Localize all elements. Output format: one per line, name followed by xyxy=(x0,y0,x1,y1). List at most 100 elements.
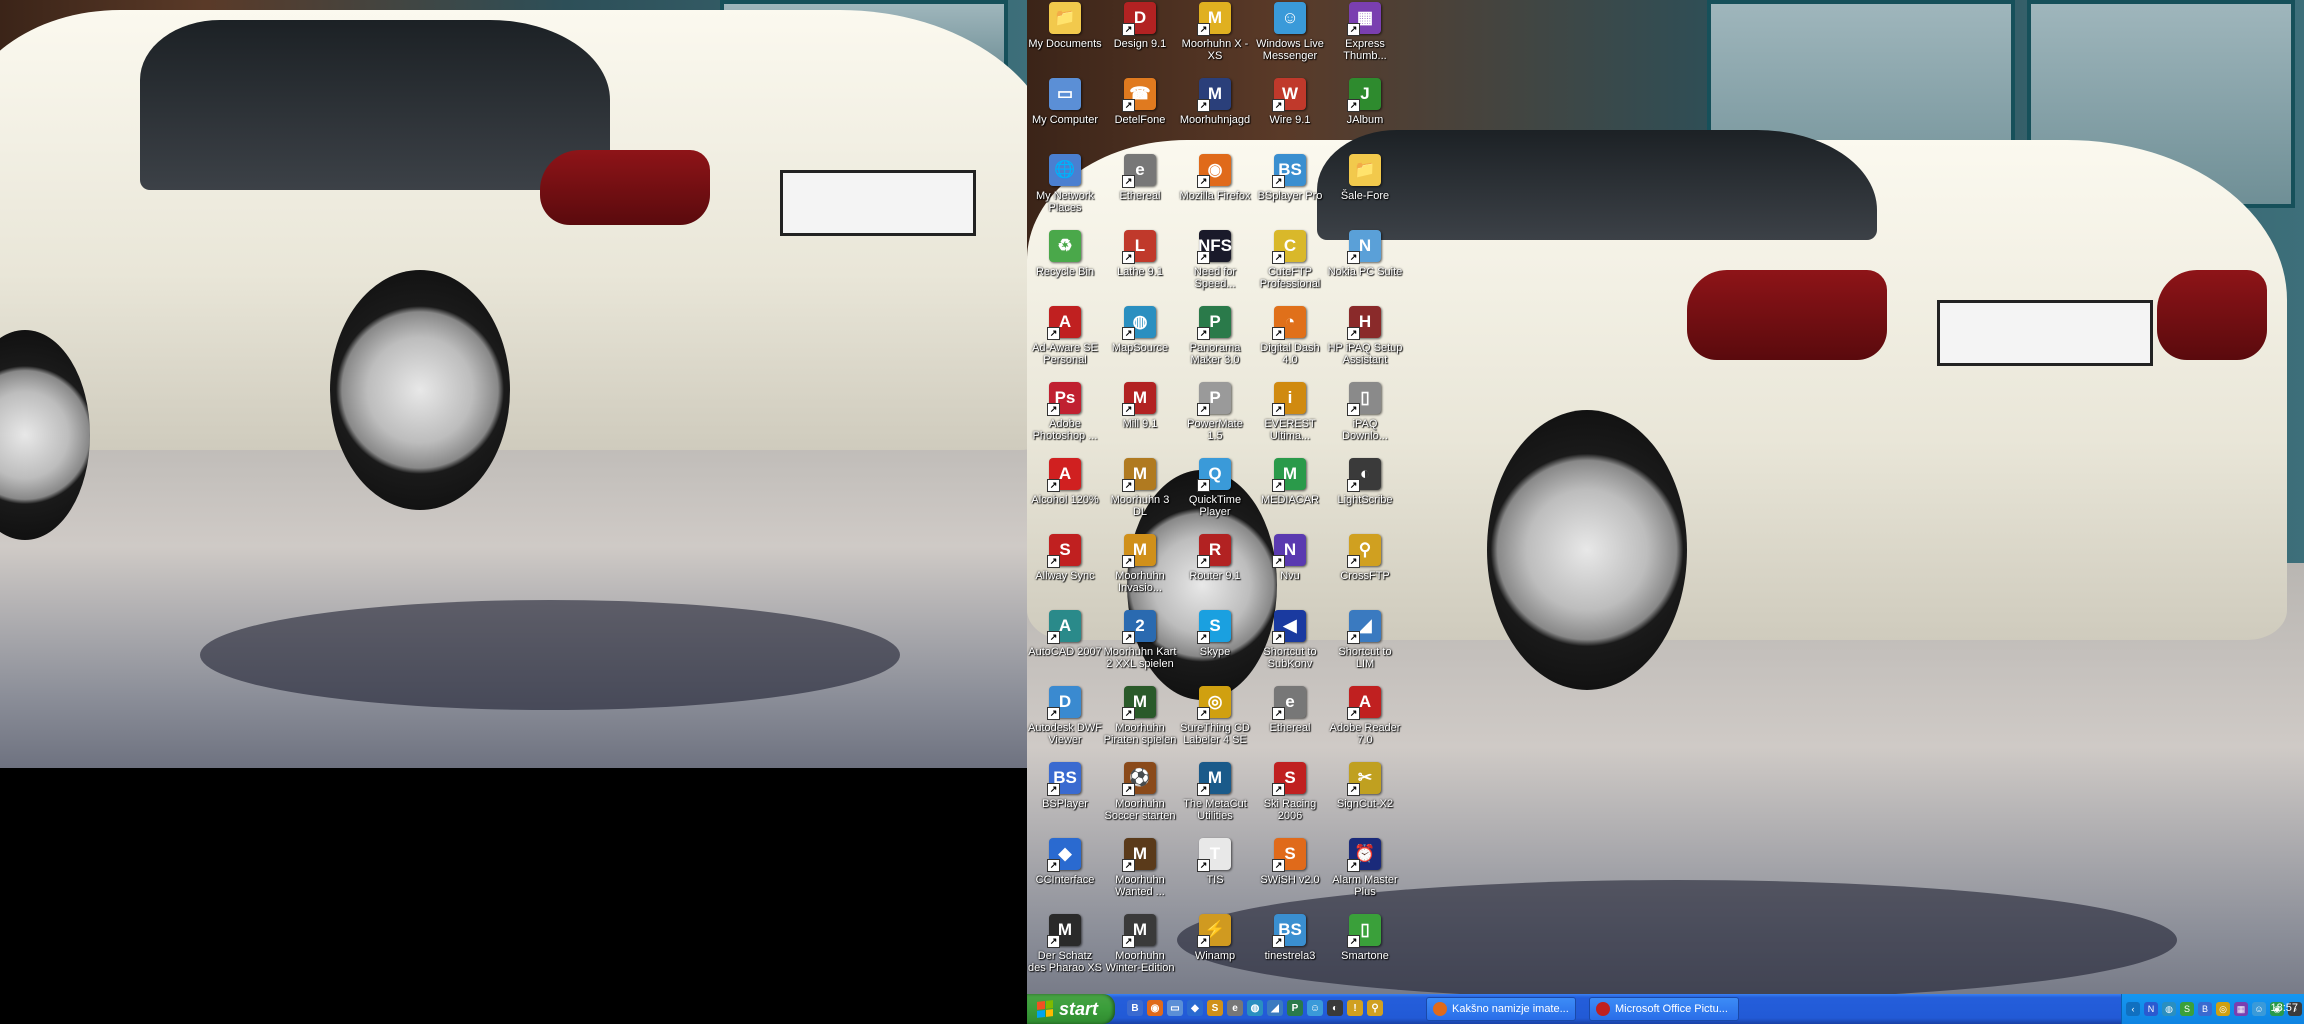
desktop-icon-digital-dash[interactable]: ◔ ↗ Digital Dash 4.0 xyxy=(1252,304,1328,380)
desktop-icon-shortcut-subkonv[interactable]: ◀ ↗ Shortcut to SubKonv xyxy=(1252,608,1328,684)
adobe-photoshop-icon: Ps ↗ xyxy=(1047,382,1081,416)
desktop-icon-alarm-master-plus[interactable]: ⏰ ↗ Alarm Master Plus xyxy=(1327,836,1403,912)
desktop-icon-tinestrela3[interactable]: BS ↗ tinestrela3 xyxy=(1252,912,1328,988)
ql-app8-icon[interactable]: ◢ xyxy=(1267,1000,1283,1016)
desktop-icon-ethereal-2[interactable]: e ↗ Ethereal xyxy=(1252,684,1328,760)
desktop-icon-moorhuhn-winter[interactable]: M ↗ Moorhuhn Winter-Edition xyxy=(1102,912,1178,988)
desktop-icon-tis[interactable]: T ↗ TIS xyxy=(1177,836,1253,912)
desktop-icon-cuteftp-professional[interactable]: C ↗ CuteFTP Professional xyxy=(1252,228,1328,304)
desktop-icon-winamp[interactable]: ⚡ ↗ Winamp xyxy=(1177,912,1253,988)
tray-1-icon[interactable]: ‹ xyxy=(2126,1002,2140,1016)
desktop-icon-sale-fore[interactable]: 📁 Šale-Fore xyxy=(1327,152,1403,228)
desktop-icon-bsplayer[interactable]: BS ↗ BSPlayer xyxy=(1027,760,1103,836)
tray-5-icon[interactable]: B xyxy=(2198,1002,2212,1016)
desktop-icon-ccinterface[interactable]: ◆ ↗ CCInterface xyxy=(1027,836,1103,912)
desktop-icon-windows-live-messenger[interactable]: ☺ Windows Live Messenger xyxy=(1252,0,1328,76)
task-firefox-button[interactable]: Kakšno namizje imate... xyxy=(1426,997,1576,1021)
desktop-icon-lathe-9-1[interactable]: L ↗ Lathe 9.1 xyxy=(1102,228,1178,304)
desktop-icon-everest-ultimate[interactable]: i ↗ EVEREST Ultima... xyxy=(1252,380,1328,456)
desktop-icon-ipaq-downlo[interactable]: ▯ ↗ iPAQ Downlo... xyxy=(1327,380,1403,456)
ql-bs-icon[interactable]: B xyxy=(1127,1000,1143,1016)
ql-app10-icon[interactable]: ☺ xyxy=(1307,1000,1323,1016)
desktop-icon-mediacar[interactable]: M ↗ MEDIACAR xyxy=(1252,456,1328,532)
desktop-icon-adobe-reader[interactable]: A ↗ Adobe Reader 7.0 xyxy=(1327,684,1403,760)
shortcut-arrow-icon: ↗ xyxy=(1347,403,1360,416)
desktop-icon-bsplayer-pro[interactable]: BS ↗ BSplayer Pro xyxy=(1252,152,1328,228)
desktop-icon-skype[interactable]: S ↗ Skype xyxy=(1177,608,1253,684)
desktop-icon-express-thumb[interactable]: ▦ ↗ Express Thumb... xyxy=(1327,0,1403,76)
desktop-icon-swish-v2[interactable]: S ↗ SWiSH v2.0 xyxy=(1252,836,1328,912)
desktop-icon-autocad-2007[interactable]: A ↗ AutoCAD 2007 xyxy=(1027,608,1103,684)
clock[interactable]: 18:57 xyxy=(2270,1002,2298,1014)
desktop-icon-design-9-1[interactable]: D ↗ Design 9.1 xyxy=(1102,0,1178,76)
desktop-icon-need-for-speed[interactable]: NFS ↗ Need for Speed... xyxy=(1177,228,1253,304)
tray-8-icon[interactable]: ☺ xyxy=(2252,1002,2266,1016)
desktop-icon-shortcut-lim[interactable]: ◢ ↗ Shortcut to LIM xyxy=(1327,608,1403,684)
ql-app12-icon[interactable]: ! xyxy=(1347,1000,1363,1016)
desktop-icon-jalbum[interactable]: J ↗ JAlbum xyxy=(1327,76,1403,152)
tray-2-icon[interactable]: N xyxy=(2144,1002,2158,1016)
tray-4-icon[interactable]: S xyxy=(2180,1002,2194,1016)
desktop-icon-router-9-1[interactable]: R ↗ Router 9.1 xyxy=(1177,532,1253,608)
surething-cd-labeler-icon: ◎ ↗ xyxy=(1197,686,1231,720)
tray-6-icon[interactable]: ◎ xyxy=(2216,1002,2230,1016)
ql-app13-icon[interactable]: ⚲ xyxy=(1367,1000,1383,1016)
desktop-icon-der-schatz[interactable]: M ↗ Der Schatz des Pharao XS xyxy=(1027,912,1103,988)
desktop-icon-metacut-utilities[interactable]: M ↗ The MetaCut Utilities xyxy=(1177,760,1253,836)
desktop-icon-moorhuhn-3-dl[interactable]: M ↗ Moorhuhn 3 DL xyxy=(1102,456,1178,532)
desktop-icon-ethereal-1[interactable]: e ↗ Ethereal xyxy=(1102,152,1178,228)
desktop-icon-wire-9-1[interactable]: W ↗ Wire 9.1 xyxy=(1252,76,1328,152)
desktop-icon-smartone[interactable]: ▯ ↗ Smartone xyxy=(1327,912,1403,988)
ql-app11-icon[interactable]: ◐ xyxy=(1327,1000,1343,1016)
desktop-icon-autodesk-dwf-viewer[interactable]: D ↗ Autodesk DWF Viewer xyxy=(1027,684,1103,760)
desktop-icon-mozilla-firefox[interactable]: ◉ ↗ Mozilla Firefox xyxy=(1177,152,1253,228)
tray-7-icon[interactable]: ▦ xyxy=(2234,1002,2248,1016)
task-office-picture-button[interactable]: Microsoft Office Pictu... xyxy=(1589,997,1739,1021)
express-thumb-icon: ▦ ↗ xyxy=(1347,2,1381,36)
desktop-icon-nokia-pc-suite[interactable]: N ↗ Nokia PC Suite xyxy=(1327,228,1403,304)
desktop-icon-nvu[interactable]: N ↗ Nvu xyxy=(1252,532,1328,608)
desktop-icon-powermate[interactable]: P ↗ PowerMate 1.5 xyxy=(1177,380,1253,456)
desktop-icon-lightscribe[interactable]: ◐ ↗ LightScribe xyxy=(1327,456,1403,532)
desktop-icon-signcut-x2[interactable]: ✂ ↗ SignCut-X2 xyxy=(1327,760,1403,836)
ql-app7-icon[interactable]: ◍ xyxy=(1247,1000,1263,1016)
desktop-icon-label: The MetaCut Utilities xyxy=(1183,798,1247,822)
start-button[interactable]: start xyxy=(1027,994,1115,1024)
desktop-icon-quicktime-player[interactable]: Q ↗ QuickTime Player xyxy=(1177,456,1253,532)
desktop-icon-adobe-photoshop[interactable]: Ps ↗ Adobe Photoshop ... xyxy=(1027,380,1103,456)
desktop-icon-moorhuhn-soccer[interactable]: ⚽ ↗ Moorhuhn Soccer starten xyxy=(1102,760,1178,836)
ql-firefox-icon[interactable]: ◉ xyxy=(1147,1000,1163,1016)
adobe-reader-icon: A ↗ xyxy=(1347,686,1381,720)
need-for-speed-icon: NFS ↗ xyxy=(1197,230,1232,264)
ql-app6-icon[interactable]: e xyxy=(1227,1000,1243,1016)
ql-app5-icon[interactable]: S xyxy=(1207,1000,1223,1016)
ql-app3-icon[interactable]: ▭ xyxy=(1167,1000,1183,1016)
desktop-icon-crossftp[interactable]: ⚲ ↗ CrossFTP xyxy=(1327,532,1403,608)
desktop-icon-mapsource[interactable]: ◍ ↗ MapSource xyxy=(1102,304,1178,380)
desktop-icon-moorhuhn-x-xs[interactable]: M ↗ Moorhuhn X - XS xyxy=(1177,0,1253,76)
tray-3-icon[interactable]: ◍ xyxy=(2162,1002,2176,1016)
ql-app4-icon[interactable]: ◆ xyxy=(1187,1000,1203,1016)
desktop-icon-allway-sync[interactable]: S ↗ Allway Sync xyxy=(1027,532,1103,608)
desktop-icon-recycle-bin[interactable]: ♻ Recycle Bin xyxy=(1027,228,1103,304)
ql-app9-icon[interactable]: P xyxy=(1287,1000,1303,1016)
desktop-icon-alcohol-120[interactable]: A ↗ Alcohol 120% xyxy=(1027,456,1103,532)
desktop-icon-moorhuhnjagd[interactable]: M ↗ Moorhuhnjagd xyxy=(1177,76,1253,152)
desktop-icon-moorhuhn-invasion[interactable]: M ↗ Moorhuhn Invasio... xyxy=(1102,532,1178,608)
desktop-icon-ad-aware-se[interactable]: A ↗ Ad-Aware SE Personal xyxy=(1027,304,1103,380)
desktop-icon-mill-9-1[interactable]: M ↗ Mill 9.1 xyxy=(1102,380,1178,456)
desktop-icon-hp-ipaq-setup[interactable]: H ↗ HP iPAQ Setup Assistant xyxy=(1327,304,1403,380)
desktop-icon-my-network-places[interactable]: 🌐 My Network Places xyxy=(1027,152,1103,228)
hp-ipaq-setup-icon: H ↗ xyxy=(1347,306,1381,340)
bsplayer-pro-icon: BS ↗ xyxy=(1272,154,1306,188)
wallpaper-shadow xyxy=(200,600,900,710)
desktop-icon-panorama-maker[interactable]: P ↗ Panorama Maker 3.0 xyxy=(1177,304,1253,380)
desktop-icon-moorhuhn-piraten[interactable]: M ↗ Moorhuhn Piraten spielen xyxy=(1102,684,1178,760)
desktop-icon-ski-racing-2006[interactable]: S ↗ Ski Racing 2006 xyxy=(1252,760,1328,836)
desktop-icon-moorhuhn-wanted[interactable]: M ↗ Moorhuhn Wanted ... xyxy=(1102,836,1178,912)
desktop-icon-detelfone[interactable]: ☎ ↗ DetelFone xyxy=(1102,76,1178,152)
desktop-icon-my-computer[interactable]: ▭ My Computer xyxy=(1027,76,1103,152)
desktop-icon-moorhuhn-kart-2[interactable]: 2 ↗ Moorhuhn Kart 2 XXL spielen xyxy=(1102,608,1178,684)
desktop-icon-surething-cd-labeler[interactable]: ◎ ↗ SureThing CD Labeler 4 SE xyxy=(1177,684,1253,760)
desktop-icon-my-documents[interactable]: 📁 My Documents xyxy=(1027,0,1103,76)
